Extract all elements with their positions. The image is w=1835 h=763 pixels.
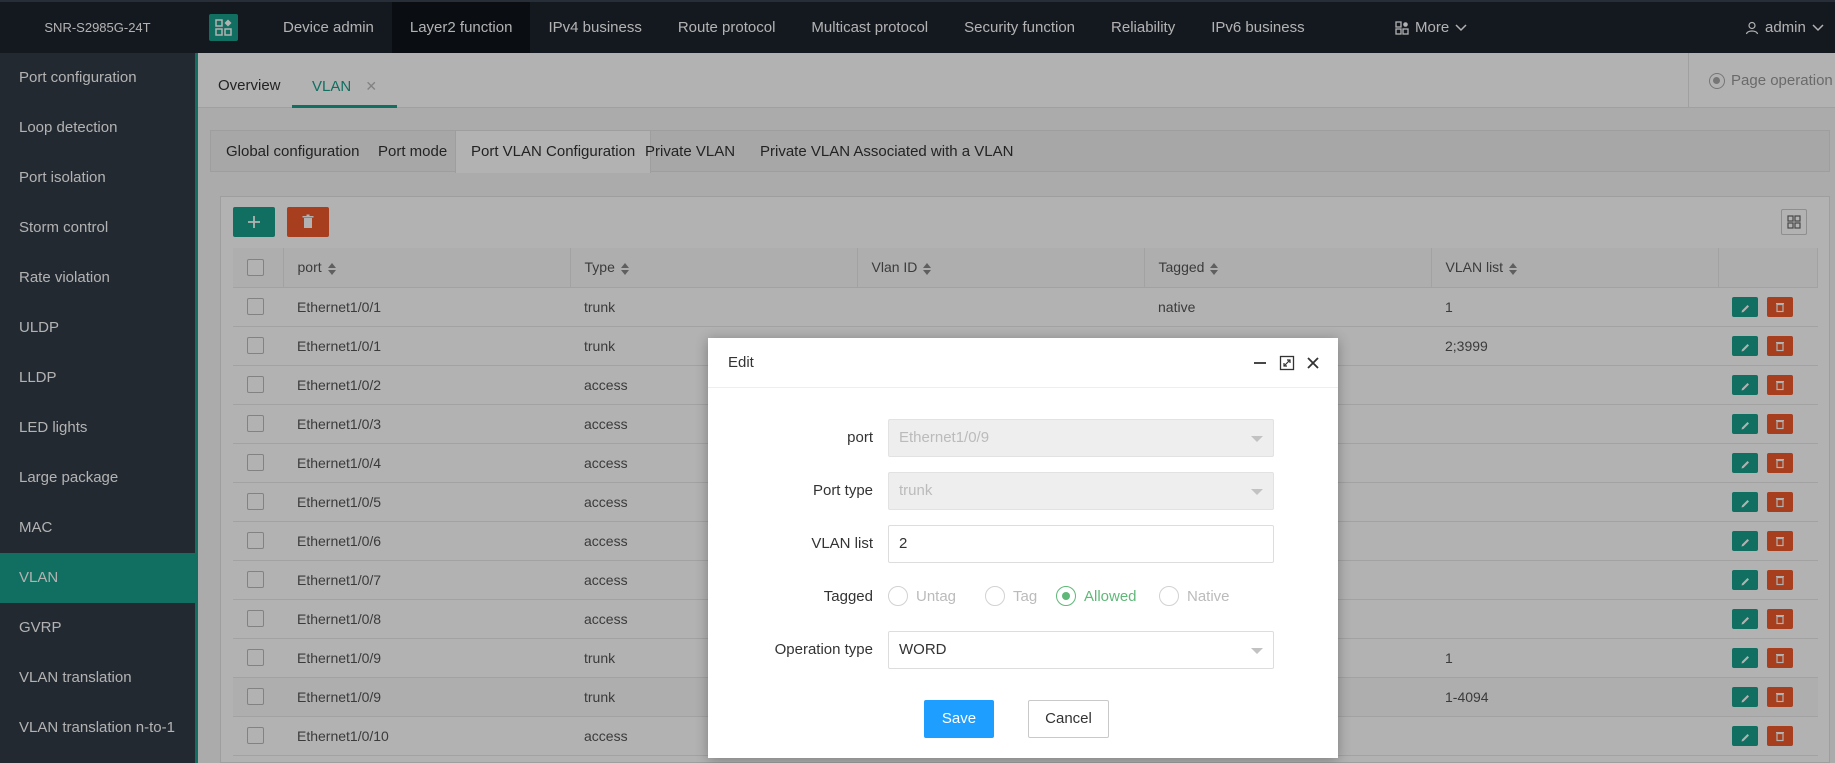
radio-circle [1056, 586, 1076, 606]
radio-circle [1159, 586, 1179, 606]
radio-label: Tag [1013, 587, 1038, 605]
radio-circle [985, 586, 1005, 606]
tagged-label: Tagged [823, 588, 873, 605]
save-button[interactable]: Save [924, 700, 994, 738]
radio-native[interactable]: Native [1159, 586, 1230, 606]
radio-tag[interactable]: Tag [985, 586, 1037, 606]
dialog-header: Edit [708, 338, 1338, 388]
caret-down-icon [1251, 436, 1263, 442]
operation-type-row: Operation type WORD [708, 631, 1338, 669]
port-label: port [847, 429, 873, 446]
radio-untag[interactable]: Untag [888, 586, 956, 606]
cancel-button[interactable]: Cancel [1028, 700, 1109, 738]
port-type-row: Port type trunk [708, 472, 1338, 510]
port-type-value: trunk [899, 482, 933, 499]
radio-allowed[interactable]: Allowed [1056, 586, 1137, 606]
caret-down-icon [1251, 648, 1263, 654]
operation-type-value: WORD [899, 641, 947, 658]
radio-label: Native [1187, 587, 1230, 605]
tagged-row: Tagged Untag Tag Allowed Native [708, 578, 1338, 616]
port-select: Ethernet1/0/9 [888, 419, 1274, 457]
minimize-icon[interactable] [1252, 338, 1268, 388]
port-value: Ethernet1/0/9 [899, 429, 990, 446]
operation-type-select[interactable]: WORD [888, 631, 1274, 669]
operation-type-label: Operation type [774, 641, 873, 658]
radio-label: Untag [916, 587, 957, 605]
radio-label: Allowed [1084, 587, 1137, 605]
edit-dialog: Edit port Ethernet1/0/9 Port type trunk … [708, 338, 1338, 758]
port-row: port Ethernet1/0/9 [708, 419, 1338, 457]
dialog-title: Edit [728, 354, 754, 371]
vlan-list-label: VLAN list [811, 535, 873, 552]
vlan-list-row: VLAN list 2 [708, 525, 1338, 563]
radio-circle [888, 586, 908, 606]
port-type-select: trunk [888, 472, 1274, 510]
port-type-label: Port type [812, 482, 873, 499]
maximize-icon[interactable] [1279, 338, 1295, 388]
vlan-list-value: 2 [899, 535, 908, 552]
caret-down-icon [1251, 489, 1263, 495]
close-icon[interactable] [1305, 338, 1321, 388]
vlan-list-input[interactable]: 2 [888, 525, 1274, 563]
